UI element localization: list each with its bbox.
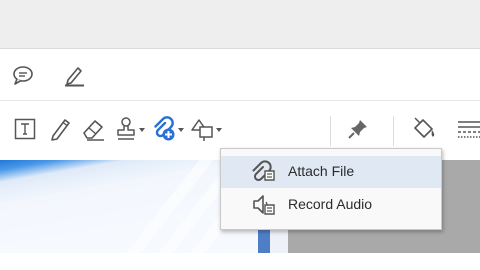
paperclip-icon[interactable] <box>152 114 176 142</box>
toolbar-divider <box>393 116 394 146</box>
menu-item-label: Attach File <box>288 163 355 179</box>
menu-item-label: Record Audio <box>288 196 373 212</box>
menu-item-attach-file[interactable]: Attach File <box>221 156 441 188</box>
attach-file-icon <box>252 160 275 182</box>
line-style-icon[interactable] <box>458 119 480 139</box>
pencil-icon[interactable] <box>48 116 72 142</box>
attach-dropdown-menu: Attach File Record Audio <box>220 148 442 230</box>
text-box-icon[interactable] <box>14 118 36 140</box>
title-strip <box>0 0 480 49</box>
speech-bubble-icon[interactable] <box>12 65 34 85</box>
eraser-icon[interactable] <box>80 116 106 142</box>
record-audio-icon <box>253 195 275 215</box>
toolbar-divider <box>330 116 331 146</box>
highlighter-pen-icon[interactable] <box>62 63 86 87</box>
menu-item-record-audio[interactable]: Record Audio <box>221 189 441 221</box>
stamp-dropdown-chevron-icon[interactable] <box>139 128 145 132</box>
pin-icon[interactable] <box>347 118 369 140</box>
shapes-icon[interactable] <box>190 116 214 142</box>
shapes-dropdown-chevron-icon[interactable] <box>216 128 222 132</box>
attach-dropdown-chevron-icon[interactable] <box>178 128 184 132</box>
comment-toolbar <box>0 49 480 100</box>
stamp-icon[interactable] <box>115 116 137 142</box>
paint-bucket-icon[interactable] <box>411 116 437 142</box>
